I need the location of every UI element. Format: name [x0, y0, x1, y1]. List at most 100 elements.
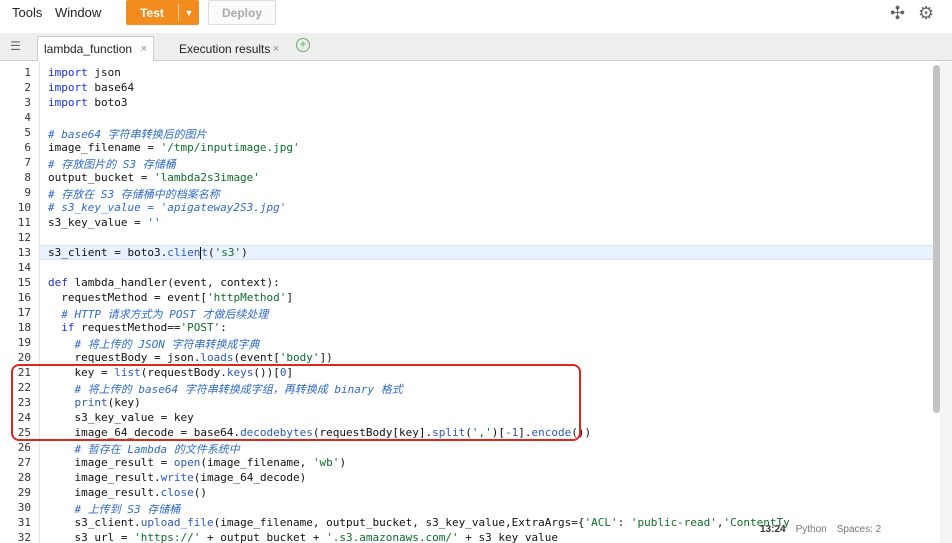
- line-number: 5: [24, 126, 31, 139]
- line-number: 15: [17, 276, 31, 289]
- line-number: 31: [17, 516, 31, 529]
- code-line[interactable]: image_filename = '/tmp/inputimage.jpg': [48, 141, 300, 156]
- code-token: clien: [167, 246, 201, 259]
- code-line[interactable]: # 暂存在 Lambda 的文件系统中: [48, 441, 240, 456]
- red-annotation-box: [11, 364, 581, 441]
- code-token: # 存放在 S3 存储桶中的档案名称: [48, 188, 220, 201]
- chevron-down-icon[interactable]: ▼: [179, 8, 199, 18]
- code-line[interactable]: s3_url = 'https://' + output_bucket + '.…: [48, 531, 558, 543]
- line-number: 11: [17, 216, 31, 229]
- line-number: 16: [17, 291, 31, 304]
- code-token: import: [48, 81, 88, 94]
- code-editor[interactable]: 1 2 3 4 5 6 7 8 9 10 11 12 13 14 15 16 17 18 19 20 21 22 23 24 2…: [0, 62, 940, 543]
- code-token: requestBody = json.: [48, 351, 201, 364]
- line-number: 9: [24, 186, 31, 199]
- line-number: 26: [17, 441, 31, 454]
- code-token: image_result.: [48, 486, 161, 499]
- code-line[interactable]: image_result.write(image_64_decode): [48, 471, 306, 486]
- line-number: 29: [17, 486, 31, 499]
- code-line[interactable]: import boto3: [48, 96, 128, 111]
- language-mode[interactable]: Python: [796, 524, 827, 535]
- code-token: # 将上传的 JSON 字符串转换成字典: [48, 338, 260, 351]
- settings-icon[interactable]: ⚙: [918, 3, 934, 24]
- code-line[interactable]: import base64: [48, 81, 134, 96]
- scrollbar-thumb[interactable]: [933, 65, 940, 413]
- deploy-button[interactable]: Deploy: [208, 0, 276, 25]
- close-icon[interactable]: ×: [141, 43, 147, 55]
- line-number: 20: [17, 351, 31, 364]
- move-icon[interactable]: ✣: [890, 3, 905, 24]
- line-number: 8: [24, 171, 31, 184]
- code-token: open: [173, 456, 201, 469]
- code-line[interactable]: # 上传到 S3 存储桶: [48, 501, 180, 516]
- tab-execution-results[interactable]: Execution results ×: [173, 36, 285, 61]
- code-line[interactable]: # HTTP 请求方式为 POST 才做后续处理: [48, 306, 268, 321]
- code-token: s3_client = boto3.: [48, 246, 168, 259]
- line-number: 13: [17, 246, 31, 259]
- code-line[interactable]: # s3_key_value = 'apigateway2S3.jpg': [48, 201, 286, 216]
- code-line[interactable]: # 存放在 S3 存储桶中的档案名称: [48, 186, 220, 201]
- line-number: 1: [24, 66, 31, 79]
- code-line[interactable]: if requestMethod=='POST':: [48, 321, 227, 336]
- code-token: def: [48, 276, 68, 289]
- code-line[interactable]: s3_client.upload_file(image_filename, ou…: [48, 516, 789, 531]
- line-number: 6: [24, 141, 31, 154]
- code-token: # 暂存在 Lambda 的文件系统中: [48, 443, 240, 456]
- code-token: base64: [87, 81, 135, 94]
- line-number: 7: [24, 156, 31, 169]
- code-token: 'body': [279, 351, 320, 364]
- code-token: :: [220, 321, 227, 334]
- code-token: 'https://': [134, 531, 201, 543]
- scrollbar-track[interactable]: [940, 62, 952, 543]
- code-line[interactable]: import json: [48, 66, 121, 81]
- code-token: ): [241, 246, 248, 259]
- code-token: image_result =: [48, 456, 174, 469]
- test-button[interactable]: Test ▼: [126, 0, 199, 25]
- code-token: + s3_key_value: [458, 531, 558, 543]
- code-token: ): [339, 456, 347, 469]
- code-token: s3_url =: [48, 531, 135, 543]
- code-token: loads: [200, 351, 234, 364]
- code-token: upload_file: [140, 516, 214, 529]
- code-line[interactable]: requestMethod = event['httpMethod']: [48, 291, 293, 306]
- code-line[interactable]: s3_key_value = '': [48, 216, 161, 231]
- code-line[interactable]: def lambda_handler(event, context):: [48, 276, 280, 291]
- menu-window[interactable]: Window: [55, 5, 101, 20]
- code-token: 'POST': [180, 321, 221, 334]
- close-icon[interactable]: ×: [273, 43, 279, 55]
- tab-lambda-function[interactable]: lambda_function ×: [37, 36, 154, 61]
- code-token: (image_64_decode): [193, 471, 307, 484]
- tab-list-icon[interactable]: ☰: [10, 39, 21, 53]
- code-token: close: [160, 486, 194, 499]
- code-line[interactable]: image_result = open(image_filename, 'wb'…: [48, 456, 346, 471]
- code-line[interactable]: s3_client = boto3.client('s3'): [48, 246, 248, 261]
- code-token: # base64 字符串转换后的图片: [48, 128, 207, 141]
- indent-setting[interactable]: Spaces: 2: [837, 524, 881, 535]
- code-line[interactable]: image_result.close(): [48, 486, 206, 501]
- code-line[interactable]: output_bucket = 'lambda2s3image': [48, 171, 260, 186]
- line-number-gutter: 1 2 3 4 5 6 7 8 9 10 11 12 13 14 15 16 17 18 19 20 21 22 23 24 2…: [0, 62, 40, 543]
- line-number: 3: [24, 96, 31, 109]
- code-area[interactable]: import json import base64 import boto3 # ba…: [48, 62, 938, 543]
- add-tab-icon[interactable]: +: [296, 38, 310, 52]
- line-number: 32: [17, 531, 31, 543]
- line-number: 2: [24, 81, 31, 94]
- code-line[interactable]: # 将上传的 JSON 字符串转换成字典: [48, 336, 259, 351]
- test-button-label: Test: [140, 5, 164, 20]
- code-token: ]: [286, 291, 294, 304]
- code-line[interactable]: # base64 字符串转换后的图片: [48, 126, 207, 141]
- code-token: 'ACL': [584, 516, 618, 529]
- code-token: + output_bucket +: [200, 531, 327, 543]
- line-number: 27: [17, 456, 31, 469]
- code-token: 'lambda2s3image': [153, 171, 260, 184]
- line-number: 19: [17, 336, 31, 349]
- line-number: 30: [17, 501, 31, 514]
- tab-label: Execution results: [179, 41, 271, 56]
- line-number: 14: [17, 261, 31, 274]
- line-number: 17: [17, 306, 31, 319]
- menu-tools[interactable]: Tools: [12, 5, 42, 20]
- cursor-position: 13:24: [760, 523, 786, 535]
- code-token: output_bucket =: [48, 171, 154, 184]
- code-line[interactable]: # 存放图片的 S3 存储桶: [48, 156, 176, 171]
- code-token: t: [201, 246, 208, 259]
